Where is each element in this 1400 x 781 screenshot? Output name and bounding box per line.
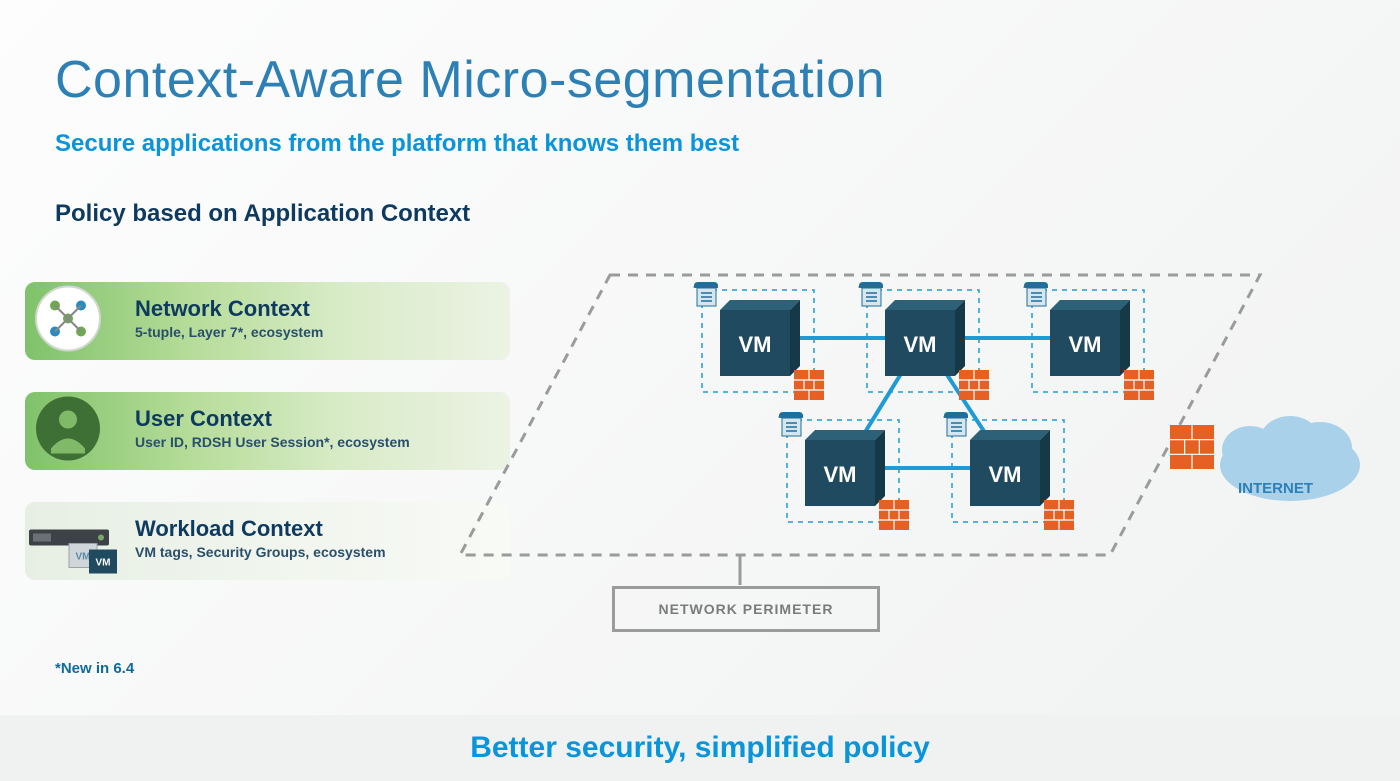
footer-tagline: Better security, simplified policy bbox=[0, 715, 1400, 781]
svg-text:VM: VM bbox=[739, 332, 772, 357]
network-diagram: VM VM VM VM VM bbox=[480, 255, 1380, 605]
slide-subtitle: Secure applications from the platform th… bbox=[55, 130, 739, 158]
footnote: *New in 6.4 bbox=[55, 660, 134, 677]
perimeter-label: NETWORK PERIMETER bbox=[612, 586, 880, 632]
user-icon bbox=[33, 394, 103, 469]
network-icon bbox=[33, 284, 103, 359]
context-pill-network: Network Context 5-tuple, Layer 7*, ecosy… bbox=[25, 282, 510, 360]
context-pill-user: User Context User ID, RDSH User Session*… bbox=[25, 392, 510, 470]
context-title: User Context bbox=[135, 406, 410, 432]
svg-text:VM: VM bbox=[96, 558, 111, 569]
workload-icon: VM VM bbox=[33, 504, 123, 579]
svg-text:VM: VM bbox=[904, 332, 937, 357]
svg-text:VM: VM bbox=[76, 552, 91, 563]
context-title: Network Context bbox=[135, 296, 323, 322]
context-subtitle: User ID, RDSH User Session*, ecosystem bbox=[135, 434, 410, 450]
context-subtitle: 5-tuple, Layer 7*, ecosystem bbox=[135, 324, 323, 340]
context-pill-workload: VM VM Workload Context VM tags, Security… bbox=[25, 502, 510, 580]
section-heading: Policy based on Application Context bbox=[55, 200, 470, 228]
context-subtitle: VM tags, Security Groups, ecosystem bbox=[135, 544, 386, 560]
svg-text:VM: VM bbox=[1069, 332, 1102, 357]
svg-text:VM: VM bbox=[824, 462, 857, 487]
internet-label: INTERNET bbox=[1238, 480, 1313, 497]
slide-title: Context-Aware Micro-segmentation bbox=[55, 50, 885, 110]
svg-text:VM: VM bbox=[989, 462, 1022, 487]
context-title: Workload Context bbox=[135, 516, 386, 542]
